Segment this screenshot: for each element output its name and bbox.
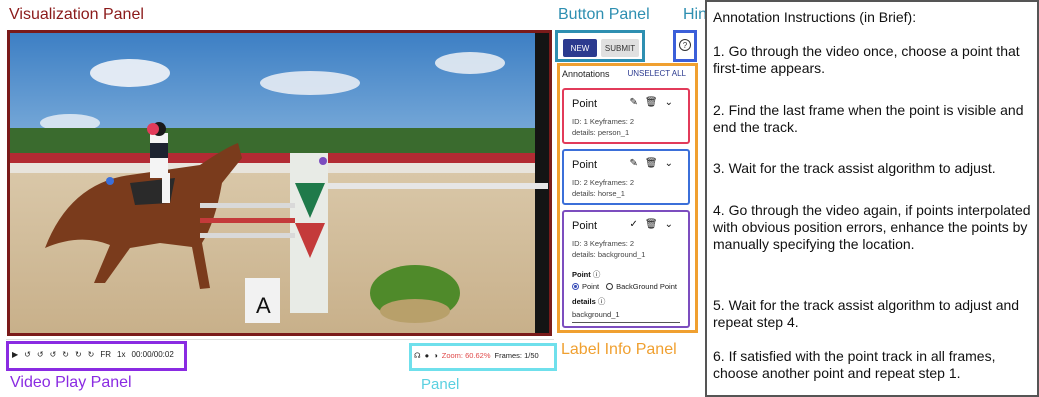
instructions-title: Annotation Instructions (in Brief): (713, 9, 917, 25)
point-marker-person[interactable] (147, 123, 159, 135)
card-actions: ✓🗑⌄ (630, 219, 680, 230)
chevron-down-icon[interactable]: ⌄ (665, 219, 680, 230)
instruction-step-2: 2. Find the last frame when the point is… (713, 102, 1024, 135)
forward-icon[interactable]: ↻ (62, 350, 69, 359)
radio-point[interactable] (572, 283, 579, 290)
info-icon: ⓘ (597, 297, 606, 306)
visualization-panel[interactable]: A (7, 30, 552, 336)
instruction-step-4: 4. Go through the video again, if points… (713, 202, 1031, 252)
view-panel-content: ☊ ● ◑ Zoom: 60.62% Frames: 1/50 (414, 351, 539, 360)
card-details: details: background_1 (572, 250, 646, 259)
unselect-all-button[interactable]: UNSELECT ALL (621, 69, 686, 78)
card-actions: ✎🗑⌄ (630, 158, 680, 169)
trash-icon[interactable]: 🗑 (645, 158, 665, 169)
card-id-line: ID: 3 Keyframes: 2 (572, 239, 635, 248)
track-icon[interactable]: ☊ (414, 351, 421, 360)
details-input[interactable]: background_1 (572, 310, 680, 323)
button-panel-label: Button Panel (558, 6, 650, 23)
card-title: Point (572, 220, 598, 232)
instruction-step-6: 6. If satisfied with the point track in … (713, 348, 996, 381)
zoom-readout: Zoom: 60.62% (441, 351, 491, 360)
step-forward-icon[interactable]: ↻ (75, 350, 82, 359)
step-back-icon[interactable]: ↺ (37, 350, 44, 359)
info-icon: ⓘ (592, 270, 601, 279)
card-details: details: person_1 (572, 128, 630, 137)
submit-button[interactable]: SUBMIT (601, 39, 639, 57)
label-info-panel-label: Label Info Panel (561, 341, 677, 358)
details-label: details ⓘ (572, 297, 606, 306)
annotation-card-2[interactable]: Point ✎🗑⌄ ID: 2 Keyframes: 2 details: ho… (562, 149, 690, 205)
video-controls: ▶ ↺ ↺ ↺ ↻ ↻ ↻ FR 1x 00:00/00:02 (12, 350, 174, 359)
new-button[interactable]: NEW (563, 39, 597, 57)
point-type-options: Point BackGround Point (572, 282, 677, 291)
card-title: Point (572, 159, 598, 171)
speed-label[interactable]: 1x (117, 350, 125, 359)
help-icon[interactable]: ? (679, 39, 691, 51)
instruction-step-5: 5. Wait for the track assist algorithm t… (713, 297, 1020, 330)
radio-background-point[interactable] (606, 283, 614, 290)
rewind-icon[interactable]: ↺ (24, 350, 31, 359)
card-title: Point (572, 98, 598, 110)
visualization-panel-label: Visualization Panel (9, 6, 144, 23)
point-marker-background[interactable] (319, 157, 327, 165)
chevron-down-icon[interactable]: ⌄ (665, 158, 680, 169)
play-icon[interactable]: ▶ (12, 350, 18, 359)
pencil-icon[interactable]: ✎ (630, 97, 645, 108)
trash-icon[interactable]: 🗑 (645, 97, 665, 108)
trash-icon[interactable]: 🗑 (645, 219, 665, 230)
radio-point-label: Point (582, 282, 600, 291)
video-play-panel-label: Video Play Panel (10, 374, 132, 391)
check-icon[interactable]: ✓ (630, 219, 645, 230)
frame-rate-label[interactable]: FR (100, 350, 111, 359)
back-icon[interactable]: ↺ (50, 350, 57, 359)
instruction-step-1: 1. Go through the video once, choose a p… (713, 43, 1020, 76)
divider (6, 339, 554, 340)
annotation-card-1[interactable]: Point ✎🗑⌄ ID: 1 Keyframes: 2 details: pe… (562, 88, 690, 144)
radio-background-label: BackGround Point (616, 282, 677, 291)
video-frame[interactable]: A (10, 33, 549, 333)
instruction-step-3: 3. Wait for the track assist algorithm t… (713, 160, 996, 176)
chevron-down-icon[interactable]: ⌄ (665, 97, 680, 108)
panel-label: Panel (421, 376, 460, 393)
card-details: details: horse_1 (572, 189, 625, 198)
annotation-card-3[interactable]: Point ✓🗑⌄ ID: 3 Keyframes: 2 details: ba… (562, 210, 690, 328)
card-actions: ✎🗑⌄ (630, 97, 680, 108)
annotations-header: Annotations (562, 69, 610, 79)
toggle-icon[interactable]: ● (425, 351, 430, 360)
pencil-icon[interactable]: ✎ (630, 158, 645, 169)
point-marker-horse[interactable] (106, 177, 114, 185)
time-display: 00:00/00:02 (131, 350, 174, 359)
frames-readout: Frames: 1/50 (494, 351, 539, 360)
svg-text:A: A (256, 293, 271, 318)
contrast-icon[interactable]: ◑ (433, 351, 438, 360)
fast-forward-icon[interactable]: ↻ (88, 350, 95, 359)
card-id-line: ID: 2 Keyframes: 2 (572, 178, 635, 187)
card-id-line: ID: 1 Keyframes: 2 (572, 117, 635, 126)
point-type-label: Point ⓘ (572, 270, 601, 279)
